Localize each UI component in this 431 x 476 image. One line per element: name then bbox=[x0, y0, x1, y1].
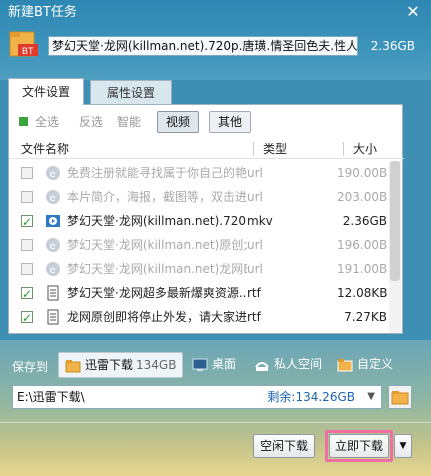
browse-folder-button[interactable] bbox=[388, 385, 412, 409]
file-type: rtf bbox=[247, 286, 261, 300]
disk-space-badge: 134GB bbox=[136, 358, 177, 372]
svg-text:e: e bbox=[50, 169, 56, 180]
download-now-button[interactable]: 立即下载 bbox=[329, 434, 389, 458]
select-all-link[interactable]: 全选 bbox=[35, 113, 59, 131]
tab-property-settings[interactable]: 属性设置 bbox=[90, 80, 172, 104]
private-space-icon bbox=[255, 361, 269, 371]
footer-divider bbox=[0, 422, 431, 423]
torrent-name-field[interactable]: 梦幻天堂·龙网(killman.net).720p.唐璜.情圣回色夫.性人... bbox=[48, 36, 358, 56]
save-option-label: 私人空间 bbox=[274, 357, 323, 371]
file-type: rtf bbox=[247, 310, 261, 324]
file-type: mkv bbox=[247, 214, 273, 228]
save-option-custom[interactable]: 自定义 bbox=[337, 352, 393, 378]
file-row[interactable]: e 免费注册就能寻找属于你自己的艳... url 190.00B bbox=[9, 161, 389, 185]
filter-bar: 全选 反选 智能 视频 其他 bbox=[9, 105, 404, 137]
save-option-thunder-download[interactable]: 迅雷下载 134GB bbox=[58, 352, 184, 378]
save-option-label: 自定义 bbox=[357, 357, 394, 371]
svg-text:e: e bbox=[50, 241, 56, 252]
file-type: url bbox=[247, 166, 263, 180]
file-size: 191.00B bbox=[337, 262, 388, 276]
file-panel: 全选 反选 智能 视频 其他 文件名称 类型 大小 e 免费注册就能寻找属于你自… bbox=[8, 104, 404, 334]
ie-icon: e bbox=[46, 166, 60, 180]
chevron-down-icon[interactable]: ▼ bbox=[367, 386, 375, 408]
svg-text:e: e bbox=[50, 265, 56, 276]
file-row[interactable]: 龙网原创即将停止外发，请大家进... rtf 7.27KB bbox=[9, 305, 389, 330]
file-size: 12.08KB bbox=[337, 286, 388, 300]
total-size: 2.36GB bbox=[370, 39, 415, 53]
file-name: 梦幻天堂·龙网超多最新爆爽资源... bbox=[67, 286, 247, 300]
save-option-private-space[interactable]: 私人空间 bbox=[254, 352, 322, 378]
file-size: 7.27KB bbox=[344, 310, 387, 324]
file-name: 免费注册就能寻找属于你自己的艳... bbox=[67, 166, 247, 180]
column-name[interactable]: 文件名称 bbox=[21, 139, 69, 159]
desktop-icon bbox=[192, 358, 208, 371]
file-name: 龙网原创即将停止外发，请大家进... bbox=[67, 310, 247, 324]
save-path-value: E:\迅雷下载\ bbox=[17, 390, 85, 404]
bt-file-icon: BT bbox=[9, 31, 38, 57]
file-checkbox[interactable] bbox=[21, 210, 33, 234]
file-name: 梦幻天堂·龙网(killman.net)龙网BT... bbox=[67, 262, 247, 276]
column-divider bbox=[253, 142, 254, 156]
doc-icon bbox=[47, 309, 59, 325]
file-size: 190.00B bbox=[337, 166, 388, 180]
video-filter-button[interactable]: 视频 bbox=[157, 111, 200, 133]
column-type[interactable]: 类型 bbox=[263, 139, 287, 159]
file-checkbox[interactable] bbox=[21, 167, 33, 179]
save-option-desktop[interactable]: 桌面 bbox=[192, 352, 236, 378]
file-name: 本片简介，海报，截图等，双击进... bbox=[67, 190, 247, 204]
download-options-dropdown[interactable]: ▼ bbox=[394, 434, 412, 458]
ie-icon: e bbox=[46, 190, 60, 204]
ie-icon: e bbox=[46, 238, 60, 252]
file-row[interactable]: e 梦幻天堂·龙网(killman.net)龙网BT... url 191.00… bbox=[9, 257, 389, 281]
select-all-indicator-icon bbox=[19, 117, 28, 126]
file-list: e 免费注册就能寻找属于你自己的艳... url 190.00B e 本片简介，… bbox=[9, 161, 389, 333]
remaining-space: 剩余:134.26GB bbox=[267, 390, 355, 404]
ie-icon: e bbox=[46, 262, 60, 276]
file-checkbox[interactable] bbox=[21, 263, 33, 275]
folder-icon bbox=[65, 359, 81, 372]
file-checkbox[interactable] bbox=[21, 282, 33, 306]
tab-file-settings[interactable]: 文件设置 bbox=[8, 78, 84, 105]
idle-download-button[interactable]: 空闲下载 bbox=[253, 434, 315, 458]
window-title: 新建BT任务 bbox=[8, 5, 77, 20]
browse-folder-icon bbox=[391, 391, 409, 405]
file-checkbox[interactable] bbox=[21, 239, 33, 251]
save-to-label: 保存到 bbox=[12, 360, 49, 374]
video-icon bbox=[46, 215, 60, 227]
file-checkbox[interactable] bbox=[21, 306, 33, 330]
file-row[interactable]: e 梦幻天堂·龙网(killman.net)原创大... url 196.00B bbox=[9, 233, 389, 257]
invert-selection-link[interactable]: 反选 bbox=[79, 113, 103, 131]
file-size: 203.00B bbox=[337, 190, 388, 204]
file-type: url bbox=[247, 262, 263, 276]
file-name: 梦幻天堂·龙网(killman.net).720p.... bbox=[67, 214, 247, 228]
custom-folder-icon bbox=[337, 358, 353, 371]
other-filter-button[interactable]: 其他 bbox=[209, 111, 252, 133]
column-divider bbox=[343, 142, 344, 156]
save-option-label: 迅雷下载 bbox=[85, 358, 134, 372]
file-name: 梦幻天堂·龙网(killman.net)原创大... bbox=[67, 238, 247, 252]
file-row[interactable]: e 本片简介，海报，截图等，双击进... url 203.00B bbox=[9, 185, 389, 209]
file-type: url bbox=[247, 238, 263, 252]
close-icon[interactable]: ✕ bbox=[403, 2, 423, 22]
file-row[interactable]: 梦幻天堂·龙网(killman.net).720p.... mkv 2.36GB bbox=[9, 209, 389, 234]
column-size[interactable]: 大小 bbox=[353, 139, 377, 159]
doc-icon bbox=[47, 285, 59, 301]
file-size: 2.36GB bbox=[342, 214, 387, 228]
save-path-input[interactable]: E:\迅雷下载\ 剩余:134.26GB ▼ bbox=[12, 385, 382, 409]
save-option-label: 桌面 bbox=[212, 357, 237, 371]
file-list-header: 文件名称 类型 大小 bbox=[9, 139, 404, 159]
smart-select-link[interactable]: 智能 bbox=[117, 113, 141, 131]
file-type: url bbox=[247, 190, 263, 204]
svg-text:e: e bbox=[50, 193, 56, 204]
bt-badge-text: BT bbox=[22, 46, 34, 56]
file-size: 196.00B bbox=[337, 238, 388, 252]
scrollbar-thumb[interactable] bbox=[390, 161, 400, 281]
file-list-scrollbar[interactable] bbox=[389, 161, 401, 333]
file-row[interactable]: 梦幻天堂·龙网超多最新爆爽资源... rtf 12.08KB bbox=[9, 281, 389, 306]
file-checkbox[interactable] bbox=[21, 191, 33, 203]
